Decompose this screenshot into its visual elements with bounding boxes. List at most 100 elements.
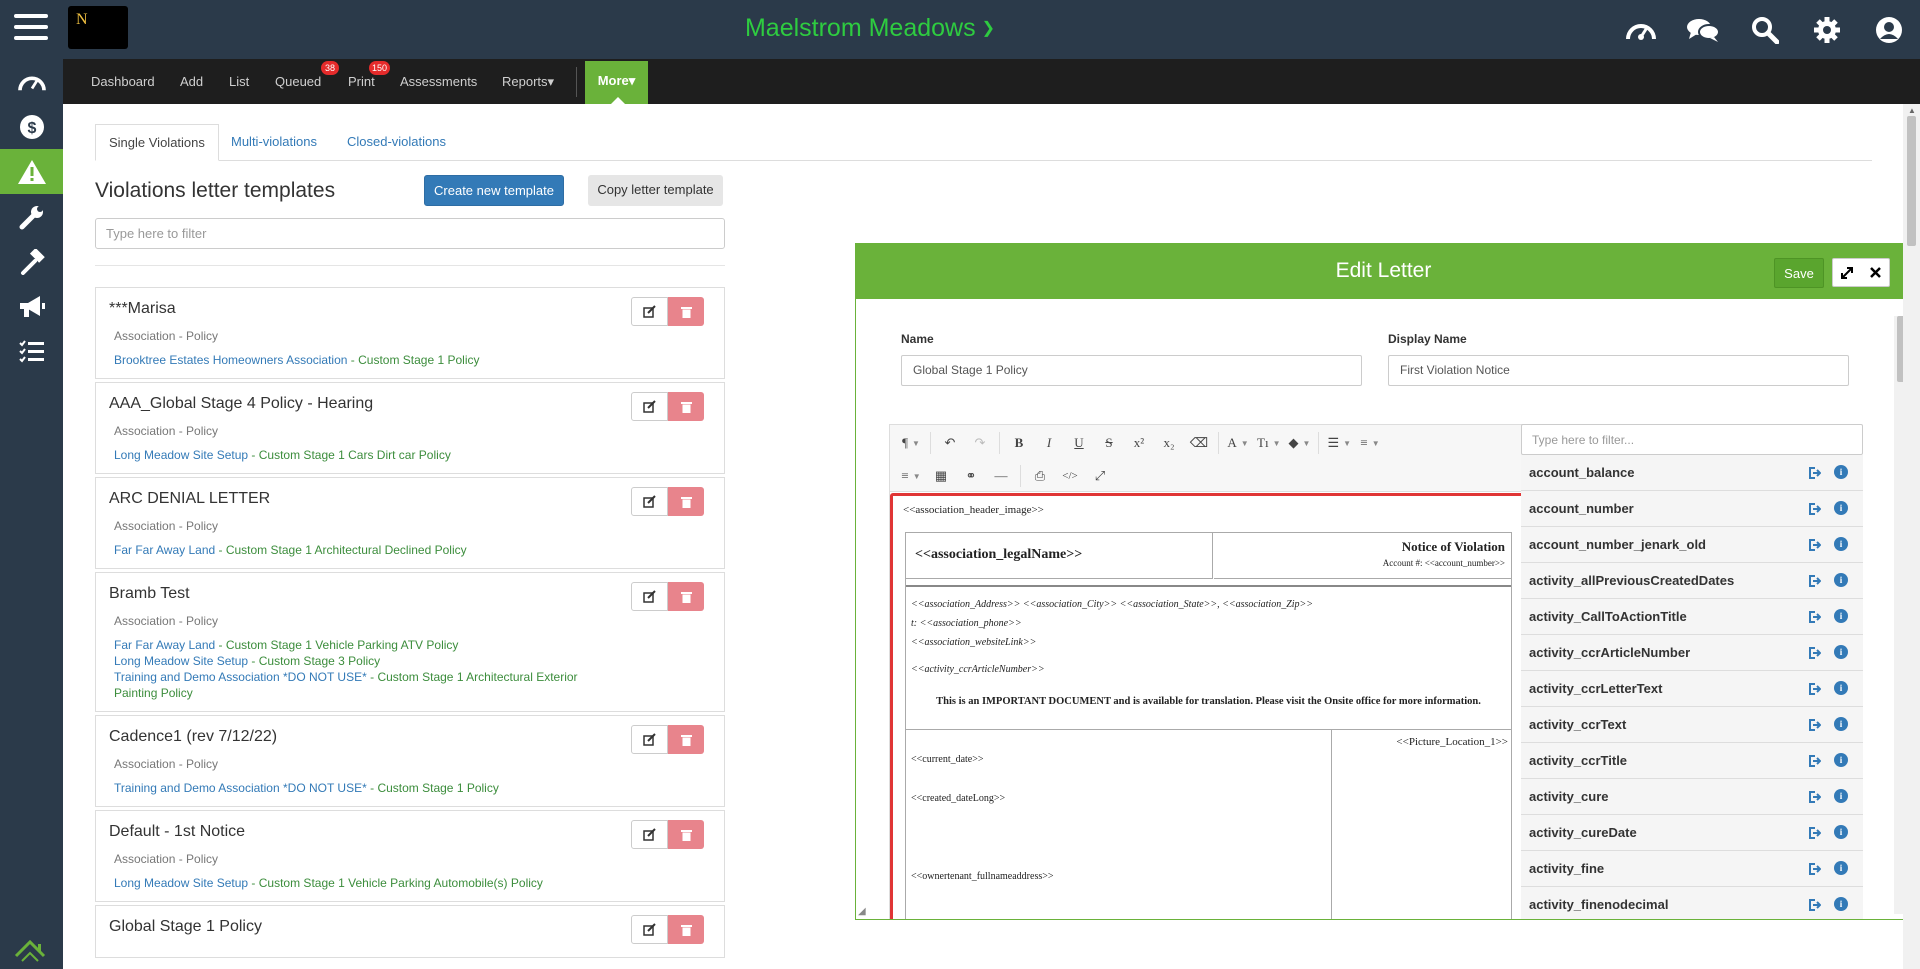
info-icon[interactable]: i (1834, 825, 1848, 839)
info-icon[interactable]: i (1834, 501, 1848, 515)
align-button[interactable]: ≡ ▼ (896, 464, 926, 488)
sidebar-item-violations[interactable] (0, 149, 63, 194)
association-link[interactable]: Training and Demo Association *DO NOT US… (114, 781, 367, 795)
association-link[interactable]: Far Far Away Land (114, 543, 215, 557)
variable-item[interactable]: activity_ccrTitle i (1521, 743, 1863, 779)
undo-button[interactable]: ↶ (935, 431, 965, 455)
italic-button[interactable]: I (1034, 431, 1064, 455)
variable-item[interactable]: activity_ccrArticleNumber i (1521, 635, 1863, 671)
insert-variable-icon[interactable] (1807, 502, 1821, 516)
paragraph-format-button[interactable]: ¶ ▼ (896, 431, 926, 455)
template-association-link[interactable]: Training and Demo Association *DO NOT US… (114, 669, 624, 701)
house-logo-icon[interactable] (0, 929, 63, 969)
name-input[interactable]: Global Stage 1 Policy (901, 355, 1362, 386)
save-button[interactable]: Save (1774, 258, 1824, 288)
nav-queued[interactable]: Queued (275, 59, 321, 104)
user-icon[interactable] (1858, 0, 1920, 59)
insert-variable-icon[interactable] (1807, 718, 1821, 732)
code-view-button[interactable]: </> (1055, 464, 1085, 488)
community-selector[interactable]: Maelstrom Meadows ❯ (0, 14, 1740, 43)
create-template-button[interactable]: Create new template (424, 175, 564, 206)
template-card[interactable]: Global Stage 1 Policy (95, 905, 725, 958)
display-name-input[interactable]: First Violation Notice (1388, 355, 1849, 386)
horizontal-rule-button[interactable]: — (986, 464, 1016, 488)
delete-button[interactable] (668, 582, 704, 611)
insert-variable-icon[interactable] (1807, 826, 1821, 840)
nav-list[interactable]: List (229, 59, 249, 104)
delete-button[interactable] (668, 820, 704, 849)
page-scrollbar[interactable]: ▲ (1903, 104, 1920, 969)
info-icon[interactable]: i (1834, 645, 1848, 659)
template-card[interactable]: ***Marisa Association - Policy Brooktree E… (95, 287, 725, 379)
sidebar-item-financial[interactable]: $ (0, 104, 63, 149)
template-card[interactable]: Cadence1 (rev 7/12/22) Association - Poli… (95, 715, 725, 807)
letter-body[interactable]: <<association_header_image>> <<associati… (890, 493, 1524, 919)
variable-item[interactable]: account_balance i (1521, 455, 1863, 491)
highlight-color-button[interactable]: ◆ ▼ (1284, 431, 1314, 455)
edit-button[interactable] (631, 725, 668, 754)
insert-variable-icon[interactable] (1807, 898, 1821, 912)
info-icon[interactable]: i (1834, 789, 1848, 803)
nav-assessments[interactable]: Assessments (400, 59, 477, 104)
variable-item[interactable]: activity_finenodecimal i (1521, 887, 1863, 919)
variable-item[interactable]: activity_allPreviousCreatedDates i (1521, 563, 1863, 599)
search-icon[interactable] (1734, 0, 1796, 59)
variable-item[interactable]: account_number i (1521, 491, 1863, 527)
edit-button[interactable] (631, 297, 668, 326)
tab-multi-violations[interactable]: Multi-violations (218, 124, 330, 161)
delete-button[interactable] (668, 297, 704, 326)
fullscreen-button[interactable]: ⤢ (1085, 464, 1115, 488)
template-association-link[interactable]: Training and Demo Association *DO NOT US… (114, 780, 624, 796)
sidebar-item-tasks[interactable] (0, 329, 63, 374)
template-card[interactable]: Default - 1st Notice Association - Policy… (95, 810, 725, 902)
copy-template-button[interactable]: Copy letter template (588, 175, 723, 206)
bold-button[interactable]: B (1004, 431, 1034, 455)
variable-item[interactable]: activity_cure i (1521, 779, 1863, 815)
template-association-link[interactable]: Brooktree Estates Homeowners Association… (114, 352, 624, 368)
info-icon[interactable]: i (1834, 897, 1848, 911)
association-link[interactable]: Brooktree Estates Homeowners Association (114, 353, 347, 367)
link-button[interactable]: ⚭ (956, 464, 986, 488)
insert-variable-icon[interactable] (1807, 538, 1821, 552)
delete-button[interactable] (668, 392, 704, 421)
info-icon[interactable]: i (1834, 573, 1848, 587)
template-association-link[interactable]: Long Meadow Site Setup - Custom Stage 1 … (114, 875, 624, 891)
template-card[interactable]: ARC DENIAL LETTER Association - Policy Far… (95, 477, 725, 569)
scroll-up-icon[interactable]: ▲ (1908, 106, 1916, 115)
insert-variable-icon[interactable] (1807, 466, 1821, 480)
nav-dashboard[interactable]: Dashboard (91, 59, 155, 104)
expand-icon[interactable] (1833, 259, 1861, 286)
underline-button[interactable]: U (1064, 431, 1094, 455)
font-color-button[interactable]: A ▼ (1223, 431, 1253, 455)
association-link[interactable]: Training and Demo Association *DO NOT US… (114, 670, 367, 684)
variable-item[interactable]: activity_cureDate i (1521, 815, 1863, 851)
template-association-link[interactable]: Long Meadow Site Setup - Custom Stage 3 … (114, 653, 624, 669)
template-association-link[interactable]: Far Far Away Land - Custom Stage 1 Vehic… (114, 637, 624, 653)
delete-button[interactable] (668, 487, 704, 516)
sidebar-item-dashboard[interactable] (0, 59, 63, 104)
insert-variable-icon[interactable] (1807, 754, 1821, 768)
chat-icon[interactable] (1672, 0, 1734, 59)
numbered-list-button[interactable]: ≡ ▼ (1355, 431, 1385, 455)
template-card[interactable]: Bramb Test Association - Policy Far Far Aw… (95, 572, 725, 712)
insert-variable-icon[interactable] (1807, 646, 1821, 660)
info-icon[interactable]: i (1834, 465, 1848, 479)
insert-variable-icon[interactable] (1807, 682, 1821, 696)
association-link[interactable]: Far Far Away Land (114, 638, 215, 652)
bullet-list-button[interactable]: ☰ ▼ (1323, 431, 1355, 455)
nav-more[interactable]: More▾ (585, 61, 648, 104)
template-association-link[interactable]: Long Meadow Site Setup - Custom Stage 1 … (114, 447, 624, 463)
clear-format-icon[interactable]: ⌫ (1184, 431, 1214, 455)
template-card[interactable]: AAA_Global Stage 4 Policy - Hearing Assoc… (95, 382, 725, 474)
sidebar-item-announcements[interactable] (0, 284, 63, 329)
info-icon[interactable]: i (1834, 861, 1848, 875)
edit-button[interactable] (631, 487, 668, 516)
insert-variable-icon[interactable] (1807, 862, 1821, 876)
variable-item[interactable]: activity_ccrLetterText i (1521, 671, 1863, 707)
font-size-button[interactable]: Tı ▼ (1253, 431, 1284, 455)
edit-button[interactable] (631, 820, 668, 849)
info-icon[interactable]: i (1834, 753, 1848, 767)
template-filter-input[interactable] (95, 218, 725, 249)
sidebar-item-tools[interactable] (0, 239, 63, 284)
tab-single-violations[interactable]: Single Violations (95, 124, 219, 161)
